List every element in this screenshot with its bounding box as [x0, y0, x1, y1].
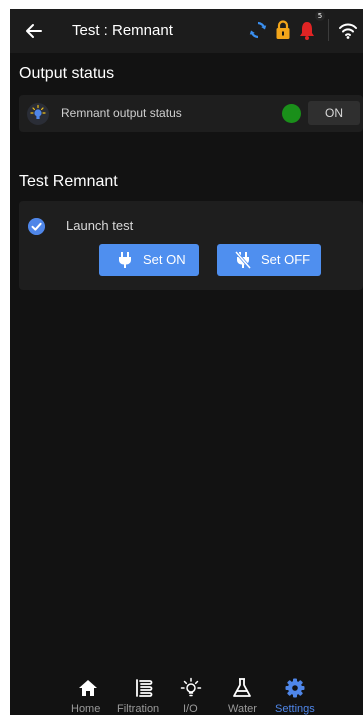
- tab-home[interactable]: Home: [68, 669, 108, 715]
- home-icon: [79, 680, 97, 696]
- test-remnant-card: Launch test Set ON Set OFF: [19, 201, 363, 290]
- output-status-value: ON: [308, 101, 360, 125]
- remnant-output-status-label: Remnant output status: [61, 106, 182, 120]
- tab-water[interactable]: Water: [225, 669, 261, 715]
- set-on-label: Set ON: [143, 252, 186, 267]
- launch-test-label: Launch test: [66, 218, 134, 233]
- back-arrow-icon[interactable]: [24, 21, 44, 41]
- tab-settings[interactable]: Settings: [272, 669, 320, 715]
- wifi-icon[interactable]: [338, 19, 358, 41]
- set-off-button[interactable]: Set OFF: [217, 244, 321, 276]
- app-screen: Test : Remnant 5 Output status Remnant o…: [10, 9, 363, 715]
- remnant-output-status-row: Remnant output status ON: [19, 95, 363, 132]
- set-off-label: Set OFF: [261, 252, 311, 267]
- bottom-tab-bar: Home Filtration I/O Water Settings: [10, 669, 363, 715]
- status-indicator-dot: [282, 104, 301, 123]
- sync-icon[interactable]: [248, 19, 268, 41]
- tab-filtration[interactable]: Filtration: [114, 669, 174, 715]
- header-divider: [328, 19, 329, 41]
- plug-icon: [119, 252, 131, 268]
- tab-home-label: Home: [71, 703, 101, 715]
- lock-icon[interactable]: [273, 19, 293, 41]
- gear-icon: [285, 678, 305, 698]
- check-circle-icon[interactable]: [28, 218, 45, 235]
- bell-icon[interactable]: [297, 19, 317, 41]
- top-app-bar: Test : Remnant 5: [10, 9, 363, 53]
- tab-water-label: Water: [228, 703, 257, 715]
- page-title: Test : Remnant: [72, 22, 173, 39]
- notification-badge: 5: [315, 11, 325, 21]
- tab-io-label: I/O: [183, 703, 198, 715]
- bulb-icon-wrapper: [27, 103, 49, 125]
- bulb-icon: [180, 677, 202, 697]
- tab-settings-label: Settings: [275, 703, 315, 715]
- bulb-icon: [30, 104, 46, 119]
- output-status-heading: Output status: [19, 65, 115, 82]
- flask-icon: [233, 678, 251, 697]
- test-remnant-heading: Test Remnant: [19, 173, 118, 190]
- tab-filtration-label: Filtration: [117, 703, 160, 715]
- filtration-icon: [136, 679, 153, 697]
- plug-off-icon: [235, 251, 251, 269]
- set-on-button[interactable]: Set ON: [99, 244, 199, 276]
- tab-io[interactable]: I/O: [179, 669, 209, 715]
